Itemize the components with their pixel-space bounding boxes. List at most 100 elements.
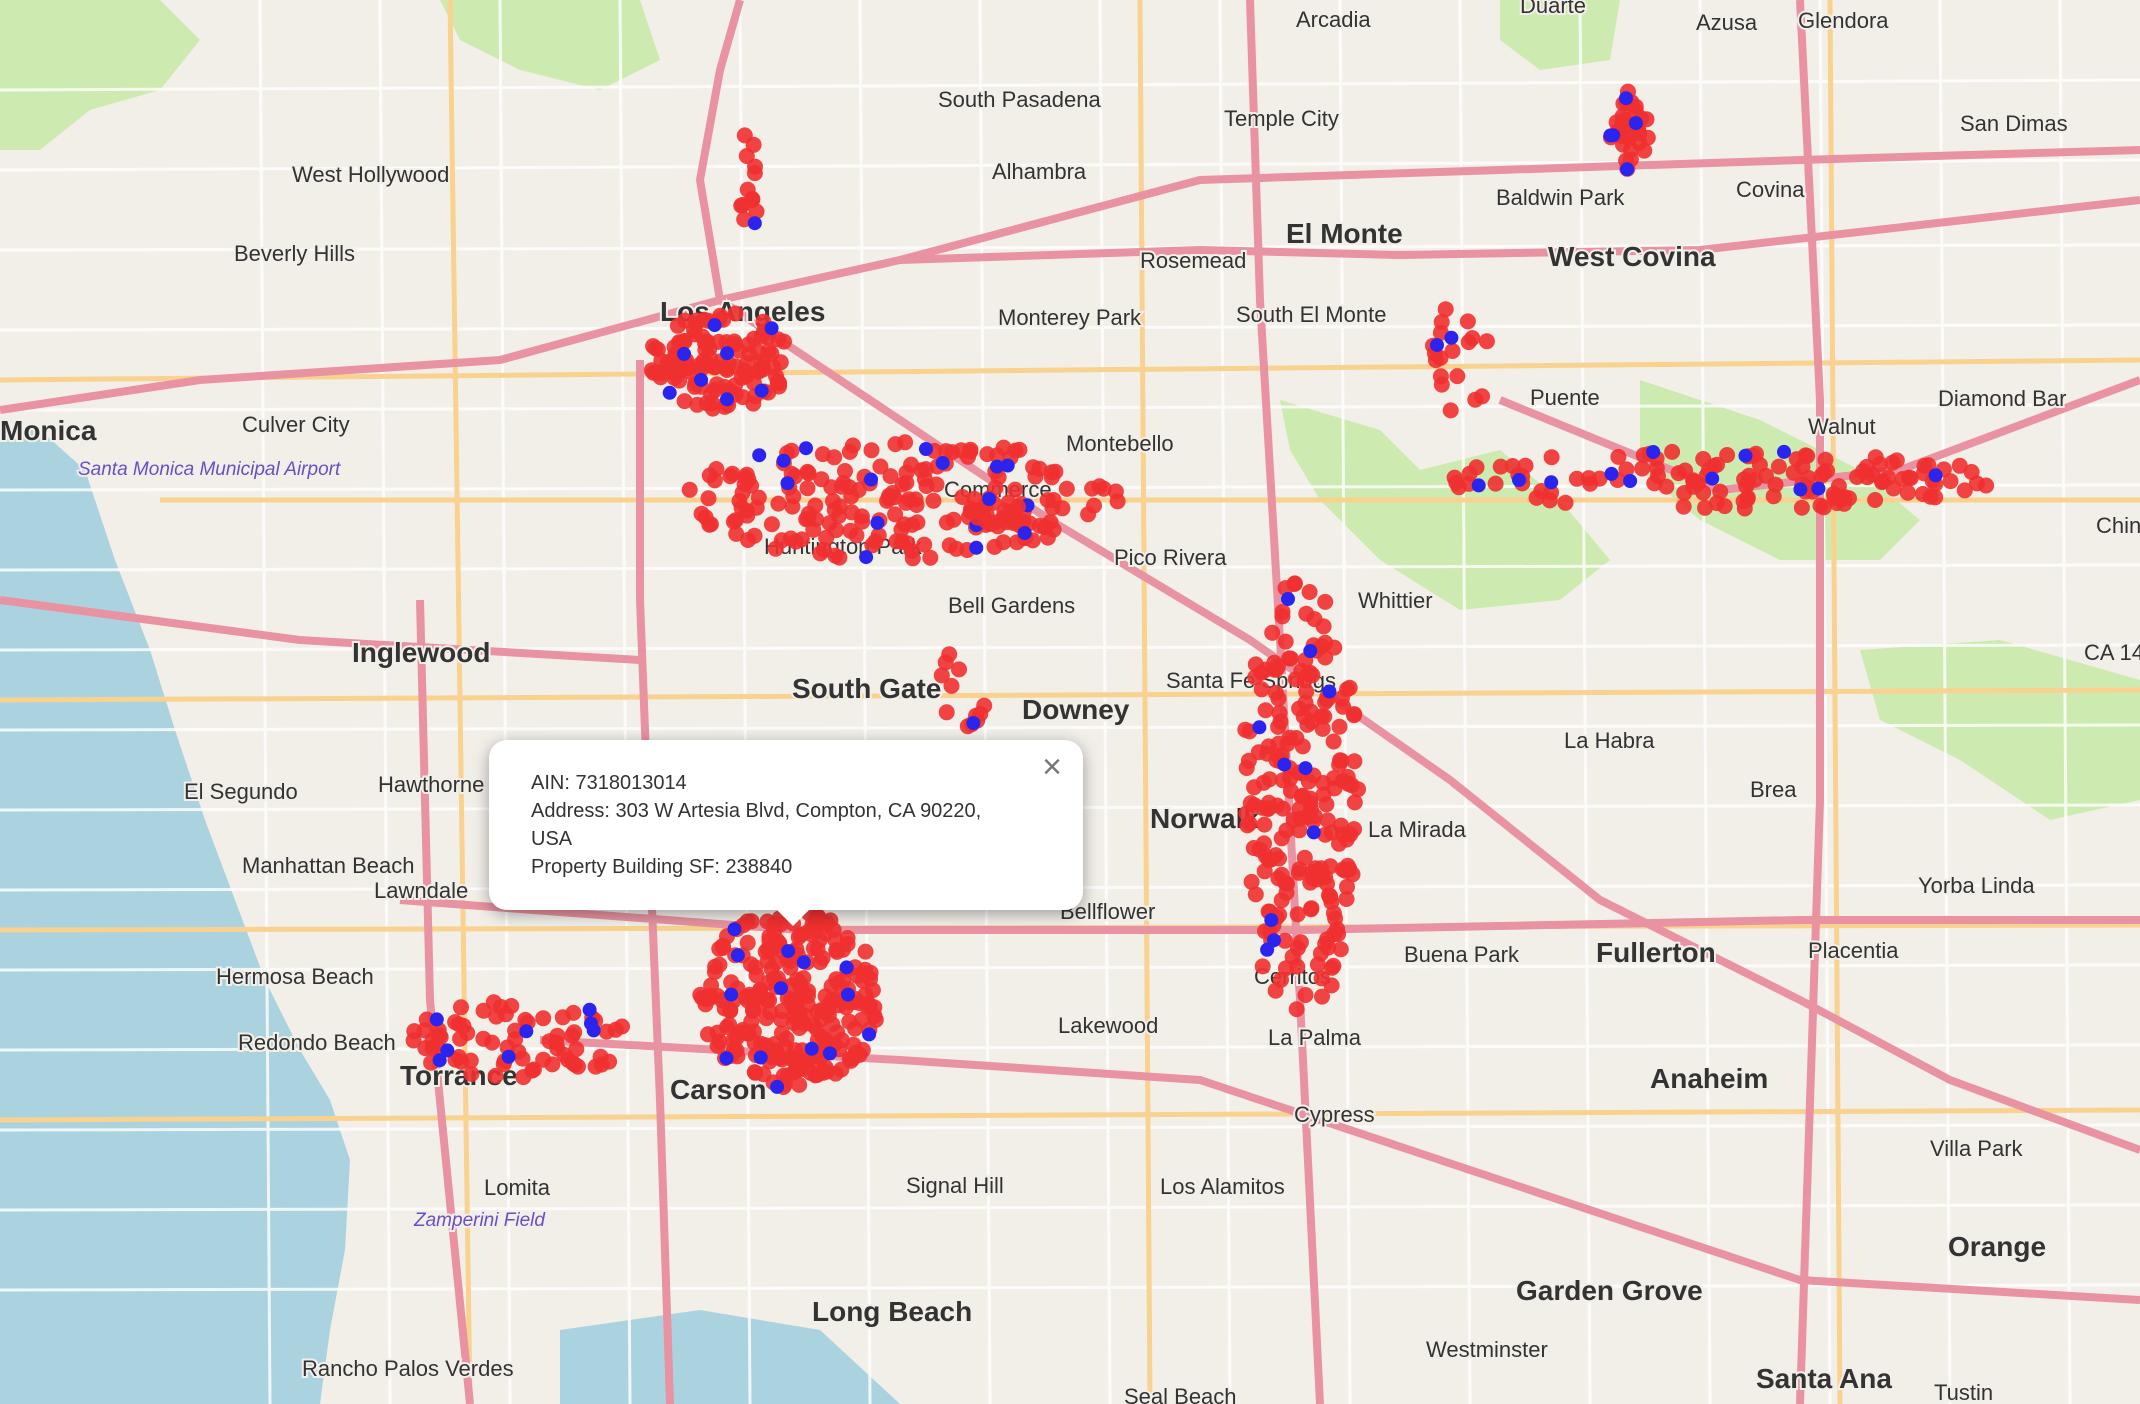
property-marker-red[interactable] xyxy=(1291,800,1308,817)
property-marker-blue[interactable] xyxy=(429,1012,444,1027)
property-marker-blue[interactable] xyxy=(1264,913,1279,928)
property-marker-red[interactable] xyxy=(1279,735,1296,752)
property-marker-red[interactable] xyxy=(1277,633,1294,650)
property-marker-red[interactable] xyxy=(1341,861,1358,878)
property-marker-red[interactable] xyxy=(1793,499,1810,516)
property-marker-red[interactable] xyxy=(759,941,776,958)
property-marker-red[interactable] xyxy=(1267,982,1284,999)
property-marker-red[interactable] xyxy=(1448,474,1465,491)
property-marker-red[interactable] xyxy=(1256,816,1273,833)
property-marker-blue[interactable] xyxy=(752,448,767,463)
property-marker-red[interactable] xyxy=(941,537,958,554)
property-marker-blue[interactable] xyxy=(1322,684,1337,699)
property-marker-red[interactable] xyxy=(867,533,884,550)
property-marker-red[interactable] xyxy=(1864,466,1881,483)
property-marker-red[interactable] xyxy=(503,998,520,1014)
property-marker-red[interactable] xyxy=(831,549,848,566)
property-marker-red[interactable] xyxy=(739,1025,756,1042)
property-marker-red[interactable] xyxy=(706,472,723,489)
property-marker-red[interactable] xyxy=(938,704,955,721)
property-marker-red[interactable] xyxy=(1296,849,1313,866)
property-marker-red[interactable] xyxy=(416,1022,433,1039)
property-marker-blue[interactable] xyxy=(662,385,677,400)
property-marker-red[interactable] xyxy=(737,469,754,486)
property-marker-red[interactable] xyxy=(1242,795,1259,812)
property-marker-red[interactable] xyxy=(800,987,816,1004)
property-marker-blue[interactable] xyxy=(764,321,779,336)
property-marker-red[interactable] xyxy=(1914,486,1931,502)
property-marker-blue[interactable] xyxy=(781,944,796,959)
property-marker-red[interactable] xyxy=(1274,800,1291,817)
property-marker-red[interactable] xyxy=(1899,484,1916,501)
property-marker-red[interactable] xyxy=(709,1037,726,1054)
property-marker-blue[interactable] xyxy=(864,472,878,487)
property-marker-red[interactable] xyxy=(1301,584,1318,600)
property-marker-red[interactable] xyxy=(669,317,686,334)
property-marker-blue[interactable] xyxy=(822,1046,837,1061)
property-marker-red[interactable] xyxy=(1670,465,1687,482)
property-marker-red[interactable] xyxy=(1300,773,1317,790)
property-marker-red[interactable] xyxy=(1461,465,1478,482)
property-marker-blue[interactable] xyxy=(839,960,854,975)
property-marker-red[interactable] xyxy=(995,534,1012,551)
property-marker-red[interactable] xyxy=(842,522,859,539)
property-marker-blue[interactable] xyxy=(1281,592,1295,606)
property-marker-blue[interactable] xyxy=(1260,942,1275,957)
property-marker-red[interactable] xyxy=(1289,940,1306,957)
property-marker-red[interactable] xyxy=(1315,618,1332,635)
property-marker-red[interactable] xyxy=(556,1046,573,1063)
property-marker-red[interactable] xyxy=(826,501,843,518)
property-marker-red[interactable] xyxy=(1080,506,1097,523)
property-marker-red[interactable] xyxy=(1968,475,1985,492)
property-marker-blue[interactable] xyxy=(770,1079,785,1094)
property-marker-blue[interactable] xyxy=(1646,445,1661,459)
property-marker-blue[interactable] xyxy=(1619,91,1633,106)
property-marker-red[interactable] xyxy=(1951,457,1968,474)
property-marker-red[interactable] xyxy=(742,956,759,973)
property-marker-red[interactable] xyxy=(1487,475,1504,492)
property-marker-red[interactable] xyxy=(1306,808,1323,824)
property-marker-blue[interactable] xyxy=(753,1050,768,1065)
property-marker-blue[interactable] xyxy=(1738,448,1753,463)
property-marker-red[interactable] xyxy=(790,929,807,946)
property-marker-red[interactable] xyxy=(1289,906,1306,923)
property-marker-blue[interactable] xyxy=(1430,338,1444,353)
property-marker-red[interactable] xyxy=(736,362,753,379)
property-marker-red[interactable] xyxy=(1288,1001,1305,1018)
property-marker-blue[interactable] xyxy=(862,1027,877,1042)
property-marker-red[interactable] xyxy=(746,165,763,182)
property-marker-blue[interactable] xyxy=(804,1041,819,1056)
property-marker-red[interactable] xyxy=(1478,333,1495,350)
property-marker-red[interactable] xyxy=(1271,850,1287,867)
property-marker-blue[interactable] xyxy=(776,453,791,468)
property-marker-blue[interactable] xyxy=(919,442,933,456)
property-marker-red[interactable] xyxy=(1322,858,1339,875)
property-marker-red[interactable] xyxy=(535,1051,552,1068)
property-marker-blue[interactable] xyxy=(1303,644,1318,658)
property-marker-red[interactable] xyxy=(1286,576,1303,592)
property-marker-red[interactable] xyxy=(1257,702,1274,719)
property-marker-red[interactable] xyxy=(1738,478,1755,495)
property-marker-red[interactable] xyxy=(763,516,780,533)
popup-close-button[interactable]: × xyxy=(1035,750,1069,784)
property-marker-red[interactable] xyxy=(760,343,777,359)
property-marker-red[interactable] xyxy=(701,516,718,533)
property-marker-blue[interactable] xyxy=(1444,330,1459,345)
property-marker-red[interactable] xyxy=(1058,480,1075,497)
property-marker-red[interactable] xyxy=(951,661,967,678)
property-marker-red[interactable] xyxy=(1295,708,1312,725)
property-marker-red[interactable] xyxy=(763,960,780,977)
property-marker-red[interactable] xyxy=(727,305,744,322)
property-marker-red[interactable] xyxy=(770,495,787,512)
property-marker-red[interactable] xyxy=(833,1061,850,1078)
property-marker-red[interactable] xyxy=(601,1053,618,1070)
property-marker-red[interactable] xyxy=(1557,494,1574,511)
property-marker-red[interactable] xyxy=(778,1030,795,1047)
property-marker-red[interactable] xyxy=(1240,752,1257,769)
property-marker-red[interactable] xyxy=(1332,941,1349,958)
property-marker-red[interactable] xyxy=(462,1052,479,1069)
property-marker-red[interactable] xyxy=(417,1040,434,1057)
property-marker-blue[interactable] xyxy=(727,922,742,937)
property-marker-red[interactable] xyxy=(882,468,899,485)
property-marker-red[interactable] xyxy=(700,490,717,507)
